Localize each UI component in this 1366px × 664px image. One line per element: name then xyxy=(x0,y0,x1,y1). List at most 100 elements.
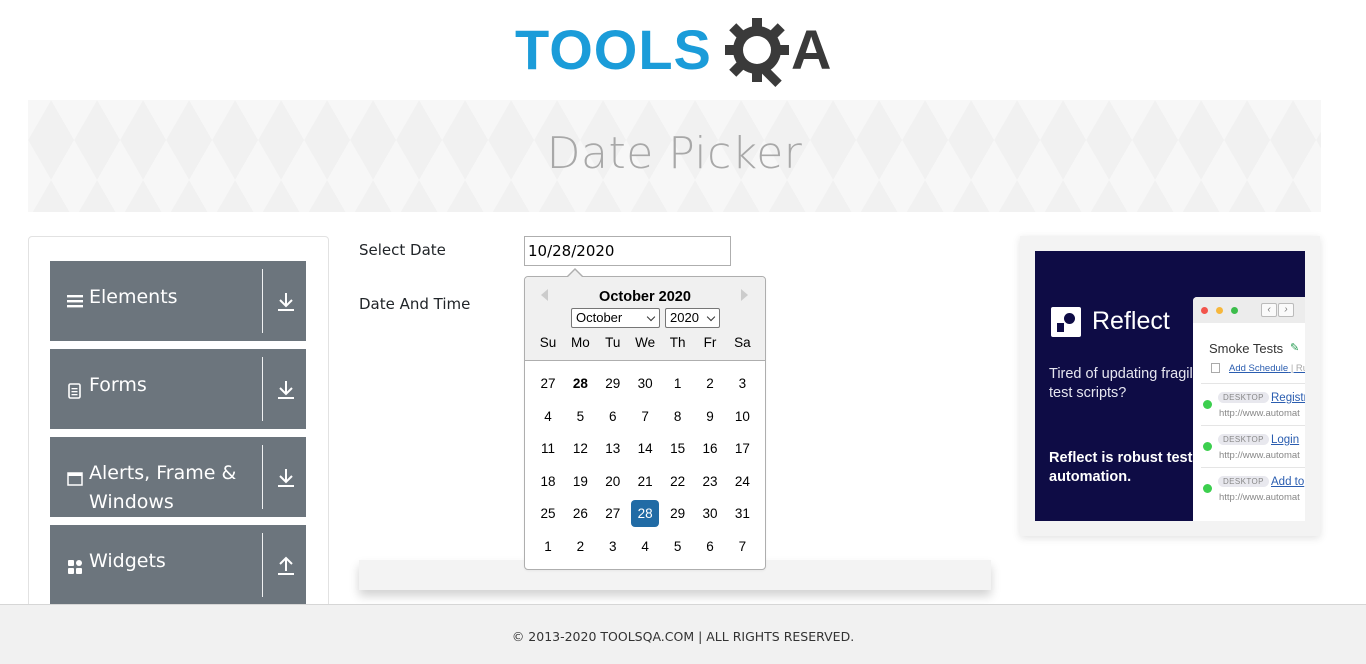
calendar-day[interactable]: 5 xyxy=(566,403,594,430)
calendar-day[interactable]: 17 xyxy=(728,435,756,462)
window-titlebar: ‹ › ▭ xyxy=(1193,297,1305,323)
calendar-day[interactable]: 19 xyxy=(566,468,594,495)
calendar-day[interactable]: 16 xyxy=(696,435,724,462)
calendar-day[interactable]: 5 xyxy=(664,533,692,560)
download-arrow-icon[interactable] xyxy=(277,379,295,401)
calendar-day[interactable]: 3 xyxy=(599,533,627,560)
calendar-day[interactable]: 11 xyxy=(534,435,562,462)
calendar-day[interactable]: 24 xyxy=(728,468,756,495)
test-url: http://www.automat xyxy=(1219,408,1300,419)
calendar-day[interactable]: 2 xyxy=(566,533,594,560)
download-arrow-icon[interactable] xyxy=(277,291,295,313)
weekday-header: Tu xyxy=(605,335,621,350)
calendar-day[interactable]: 22 xyxy=(664,468,692,495)
footer: © 2013-2020 TOOLSQA.COM | ALL RIGHTS RES… xyxy=(0,604,1366,664)
calendar-day[interactable]: 3 xyxy=(728,370,756,397)
weekday-header: Th xyxy=(669,335,686,350)
calendar-day[interactable]: 9 xyxy=(696,403,724,430)
advertisement[interactable]: Reflect Tired of updating fragile test s… xyxy=(1020,236,1320,536)
calendar-day[interactable]: 1 xyxy=(534,533,562,560)
calendar-pointer-inner xyxy=(568,270,582,277)
test-url: http://www.automat xyxy=(1219,450,1300,461)
select-date-input[interactable] xyxy=(524,236,731,266)
calendar-day[interactable]: 31 xyxy=(728,500,756,527)
divider xyxy=(262,533,263,597)
calendar-day[interactable]: 27 xyxy=(534,370,562,397)
widgets-icon xyxy=(68,560,82,574)
toolsqa-logo[interactable]: TOOLS A xyxy=(515,16,840,90)
calendar-icon xyxy=(1211,363,1220,373)
calendar-day[interactable]: 30 xyxy=(696,500,724,527)
test-row: DESKTOP Login http://www.automat xyxy=(1201,425,1305,465)
date-picker-calendar: October 2020 October 2020 Su Mo Tu We Th Fr Sa… xyxy=(524,276,766,570)
calendar-day[interactable]: 15 xyxy=(664,435,692,462)
sidebar-group-forms[interactable]: Forms xyxy=(50,349,306,429)
calendar-day[interactable]: 4 xyxy=(631,533,659,560)
divider xyxy=(262,357,263,421)
sidebar-group-widgets[interactable]: Widgets xyxy=(50,525,306,605)
calendar-day[interactable]: 30 xyxy=(631,370,659,397)
chevron-down-icon xyxy=(706,312,716,322)
calendar-day[interactable]: 12 xyxy=(566,435,594,462)
hamburger-icon xyxy=(67,295,83,308)
calendar-day[interactable]: 2 xyxy=(696,370,724,397)
sidebar-group-label: Widgets xyxy=(89,550,166,572)
calendar-day[interactable]: 29 xyxy=(599,370,627,397)
download-arrow-icon[interactable] xyxy=(277,467,295,489)
calendar-day[interactable]: 4 xyxy=(534,403,562,430)
date-and-time-label: Date And Time xyxy=(359,295,471,313)
year-select[interactable]: 2020 xyxy=(665,308,720,328)
page-title: Date Picker xyxy=(546,128,803,179)
calendar-day[interactable]: 23 xyxy=(696,468,724,495)
test-link: Login xyxy=(1271,434,1300,446)
status-dot-icon xyxy=(1203,442,1212,451)
calendar-day[interactable]: 26 xyxy=(566,500,594,527)
ad-copy-question: Tired of updating fragile test scripts? xyxy=(1049,366,1201,401)
calendar-day[interactable]: 7 xyxy=(728,533,756,560)
test-row: DESKTOP Registr http://www.automat xyxy=(1201,383,1305,423)
window-icon xyxy=(67,472,83,486)
reflect-logo-icon xyxy=(1051,307,1081,337)
month-select-value: October xyxy=(576,310,623,325)
calendar-day[interactable]: 21 xyxy=(631,468,659,495)
calendar-day[interactable]: 25 xyxy=(534,500,562,527)
status-dot-icon xyxy=(1203,484,1212,493)
select-date-label: Select Date xyxy=(359,241,446,259)
next-month-icon[interactable] xyxy=(741,289,748,301)
forward-icon: › xyxy=(1278,303,1294,317)
calendar-day[interactable]: 28 xyxy=(566,370,594,397)
sidebar-group-alerts-frame-windows[interactable]: Alerts, Frame & Windows xyxy=(50,437,306,517)
calendar-day[interactable]: 13 xyxy=(599,435,627,462)
calendar-day[interactable]: 6 xyxy=(696,533,724,560)
calendar-day[interactable]: 29 xyxy=(664,500,692,527)
calendar-day[interactable]: 27 xyxy=(599,500,627,527)
calendar-day[interactable]: 18 xyxy=(534,468,562,495)
weekday-header: Su xyxy=(539,335,557,350)
calendar-day[interactable]: 7 xyxy=(631,403,659,430)
status-dot-icon xyxy=(1203,400,1212,409)
sidebar-group-label: Alerts, Frame & Windows xyxy=(89,462,237,513)
sidebar-group-label: Forms xyxy=(89,374,147,396)
calendar-day[interactable]: 10 xyxy=(728,403,756,430)
test-link: Add to xyxy=(1271,476,1305,488)
reflect-ad[interactable]: Reflect Tired of updating fragile test s… xyxy=(1035,251,1305,521)
maximize-dot-icon xyxy=(1231,307,1238,314)
test-row: DESKTOP Add to http://www.automat xyxy=(1201,467,1305,507)
calendar-day[interactable]: 20 xyxy=(599,468,627,495)
sidebar-group-elements[interactable]: Elements xyxy=(50,261,306,341)
weekday-header: Fr xyxy=(703,335,717,350)
ad-copy-tagline: Reflect is robust test automation. xyxy=(1049,450,1193,485)
month-select[interactable]: October xyxy=(571,308,660,328)
divider xyxy=(262,269,263,333)
sidebar-group-label: Elements xyxy=(89,286,178,308)
calendar-day[interactable]: 14 xyxy=(631,435,659,462)
calendar-header: October 2020 October 2020 Su Mo Tu We Th Fr Sa xyxy=(525,277,765,361)
calendar-day[interactable]: 6 xyxy=(599,403,627,430)
platform-tag: DESKTOP xyxy=(1218,476,1269,487)
back-icon: ‹ xyxy=(1261,303,1277,317)
calendar-day-selected[interactable]: 28 xyxy=(631,500,660,528)
calendar-day[interactable]: 1 xyxy=(664,370,692,397)
pencil-icon: ✎ xyxy=(1290,342,1300,354)
calendar-day[interactable]: 8 xyxy=(664,403,692,430)
upload-arrow-icon[interactable] xyxy=(277,555,295,577)
